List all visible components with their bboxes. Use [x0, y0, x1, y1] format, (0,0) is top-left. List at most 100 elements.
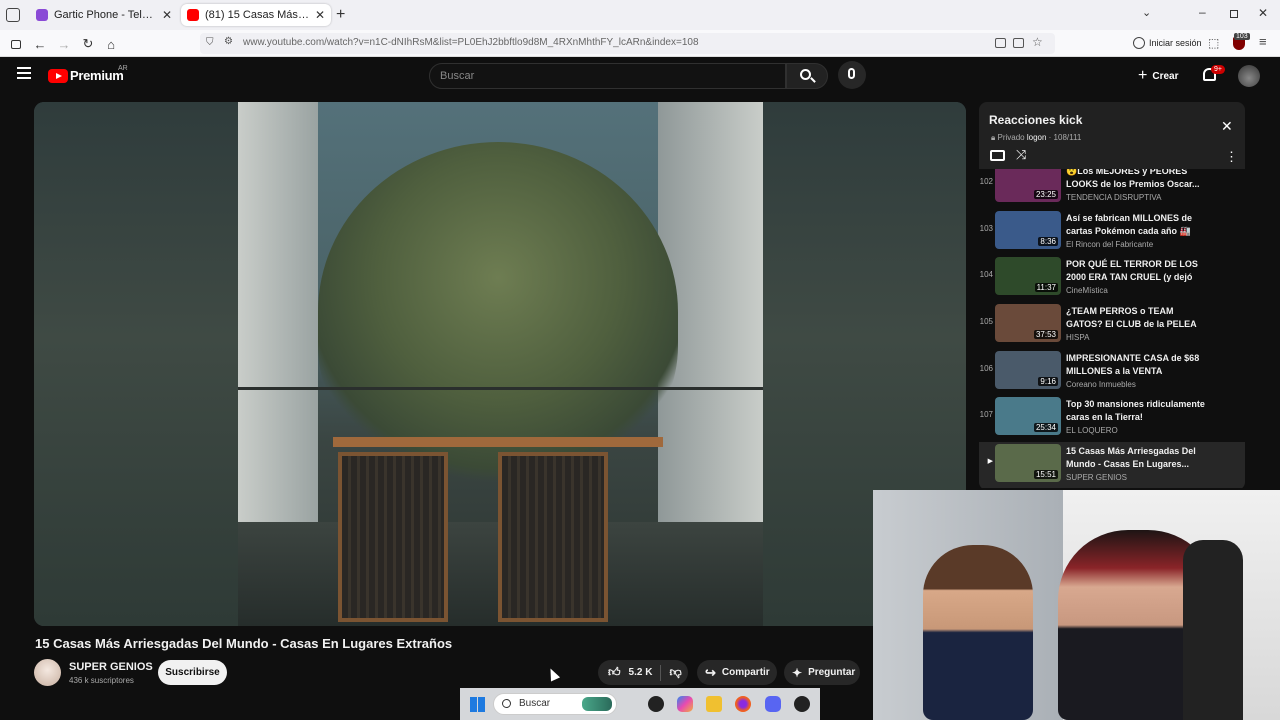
close-tab-icon[interactable]: ✕	[315, 8, 325, 22]
windows-start-icon[interactable]	[470, 697, 485, 712]
loop-icon[interactable]	[990, 150, 1005, 161]
item-index: 106	[979, 364, 993, 373]
account-icon[interactable]	[1133, 37, 1145, 49]
new-tab-icon[interactable]: +	[336, 6, 345, 24]
menu-icon[interactable]: ≡	[1259, 34, 1267, 49]
item-channel: El Rincon del Fabricante	[1066, 240, 1154, 249]
restore-window-icon[interactable]	[1230, 10, 1238, 18]
duration: 23:25	[1033, 190, 1058, 199]
playlist-item[interactable]: 102 23:25 😮Los MEJORES y PEORES LOOKS de…	[979, 169, 1245, 208]
back-arrow-icon[interactable]: ←	[31, 35, 49, 53]
playlist-position: · 108/111	[1048, 133, 1082, 142]
webcam-overlay	[873, 490, 1280, 720]
video-thumbnail: 23:25	[995, 169, 1061, 202]
scene-chair	[498, 452, 608, 622]
item-channel: EL LOQUERO	[1066, 426, 1118, 435]
extensions-icon[interactable]: ⬚	[1208, 36, 1219, 50]
avatar[interactable]	[1238, 65, 1260, 87]
scene-table	[333, 437, 663, 447]
subscribe-button[interactable]: Suscribirse	[158, 660, 227, 685]
windows-taskbar: Buscar	[460, 688, 820, 720]
discord-icon[interactable]	[765, 696, 781, 712]
obs-icon[interactable]	[794, 696, 810, 712]
playlist-item[interactable]: 104 11:37 POR QUÉ EL TERROR DE LOS 2000 …	[979, 255, 1245, 301]
share-arrow-icon: ↪	[705, 664, 716, 680]
github-icon[interactable]	[648, 696, 664, 712]
playlist-meta: 🔒︎ Privado logon · 108/111	[991, 133, 1081, 143]
close-window-icon[interactable]: ✕	[1258, 6, 1268, 20]
sidebar-toggle-icon[interactable]	[7, 35, 25, 53]
close-playlist-icon[interactable]: ✕	[1221, 118, 1233, 135]
video-frame	[238, 102, 763, 626]
reader-view-icon[interactable]	[1013, 38, 1024, 48]
playlist-item[interactable]: 103 8:36 Así se fabrican MILLONES de car…	[979, 209, 1245, 255]
share-button[interactable]: ↪ Compartir	[697, 660, 777, 685]
search-button[interactable]	[786, 63, 828, 89]
playlist-panel: Reacciones kick 🔒︎ Privado logon · 108/1…	[979, 102, 1245, 490]
browser-tab-youtube[interactable]: (81) 15 Casas Más Arriesgadas D ✕	[181, 4, 331, 26]
page-settings-icon[interactable]: ⚙	[224, 36, 233, 47]
duration: 9:16	[1038, 377, 1058, 386]
like-button[interactable]: 👍︎ 5.2 K	[598, 665, 652, 680]
tab-label: (81) 15 Casas Más Arriesgadas D	[205, 9, 309, 21]
ask-button[interactable]: ✦ Preguntar	[784, 660, 860, 685]
close-tab-icon[interactable]: ✕	[162, 8, 172, 22]
browser-tab-gartic[interactable]: Gartic Phone - Teléfono Descor ✕	[30, 4, 178, 26]
youtube-logo-icon[interactable]	[48, 69, 68, 83]
bookmark-star-icon[interactable]: ☆	[1032, 35, 1043, 49]
shield-icon[interactable]: ⛉	[206, 37, 214, 48]
video-thumbnail: 25:34	[995, 397, 1061, 435]
youtube-premium-logo-text: Premium	[70, 68, 124, 83]
search-input[interactable]: Buscar	[429, 63, 786, 89]
channel-avatar[interactable]	[34, 659, 61, 686]
playlist-owner[interactable]: logon	[1027, 133, 1047, 142]
minimize-window-icon[interactable]: –	[1199, 5, 1206, 19]
taskbar-search-box[interactable]: Buscar	[493, 693, 617, 715]
file-explorer-icon[interactable]	[706, 696, 722, 712]
create-label: Crear	[1152, 70, 1179, 82]
playlist-item-current[interactable]: ▶ 15:51 15 Casas Más Arriesgadas Del Mun…	[979, 442, 1245, 488]
thumbs-up-icon: 👍︎	[608, 665, 621, 679]
video-player[interactable]	[34, 102, 966, 626]
playlist-item[interactable]: 106 9:16 IMPRESIONANTE CASA de $68 MILLO…	[979, 349, 1245, 395]
item-title: ¿TEAM PERROS o TEAM GATOS? El CLUB de la…	[1066, 306, 1197, 329]
signin-button[interactable]: Iniciar sesión	[1149, 38, 1202, 48]
dislike-button[interactable]: 👎︎	[669, 665, 681, 680]
item-title: Así se fabrican MILLONES de cartas Pokém…	[1066, 213, 1193, 236]
playlist-item[interactable]: 105 37:53 ¿TEAM PERROS o TEAM GATOS? El …	[979, 302, 1245, 348]
picture-icon[interactable]	[995, 38, 1006, 48]
item-title: 15 Casas Más Arriesgadas Del Mundo - Cas…	[1066, 446, 1196, 469]
lock-icon: 🔒︎	[991, 133, 996, 142]
search-placeholder: Buscar	[440, 70, 475, 82]
item-channel: TENDENCIA DISRUPTIVA	[1066, 193, 1162, 202]
share-label: Compartir	[721, 667, 770, 678]
playlist-title[interactable]: Reacciones kick	[989, 113, 1082, 127]
like-dislike-group: 👍︎ 5.2 K 👎︎	[598, 660, 688, 685]
copilot-icon[interactable]	[677, 696, 693, 712]
home-icon[interactable]: ⌂	[102, 35, 120, 53]
more-options-icon[interactable]: ⋮	[1225, 149, 1238, 165]
tab-list-icon[interactable]	[6, 8, 20, 22]
url-bar[interactable]: ⛉ ⚙ www.youtube.com/watch?v=n1C-dNIhRsM&…	[200, 33, 1055, 54]
duration: 8:36	[1038, 237, 1058, 246]
item-title: Top 30 mansiones ridiculamente caras en …	[1066, 399, 1205, 422]
item-channel: Coreano Inmuebles	[1066, 380, 1136, 389]
channel-name[interactable]: SUPER GENIOS	[69, 661, 153, 673]
item-index: 104	[979, 270, 993, 279]
playlist-item[interactable]: 107 25:34 Top 30 mansiones ridiculamente…	[979, 395, 1245, 441]
forward-arrow-icon[interactable]: →	[55, 35, 73, 53]
shuffle-icon[interactable]: ⤨	[1016, 147, 1026, 163]
duration: 37:53	[1033, 330, 1058, 339]
tab-overflow-chevron-icon[interactable]: ⌄	[1142, 6, 1151, 19]
search-highlight-icon	[582, 697, 612, 711]
hamburger-menu-icon[interactable]	[17, 67, 31, 79]
reload-icon[interactable]: ↻	[79, 35, 97, 53]
duration: 15:51	[1033, 470, 1058, 479]
scene-railing	[238, 387, 763, 390]
divider	[660, 664, 662, 681]
firefox-icon[interactable]	[735, 696, 751, 712]
search-icon	[502, 699, 511, 708]
create-button[interactable]: + Crear	[1138, 66, 1186, 86]
video-thumbnail: 9:16	[995, 351, 1061, 389]
voice-search-button[interactable]	[838, 61, 866, 89]
